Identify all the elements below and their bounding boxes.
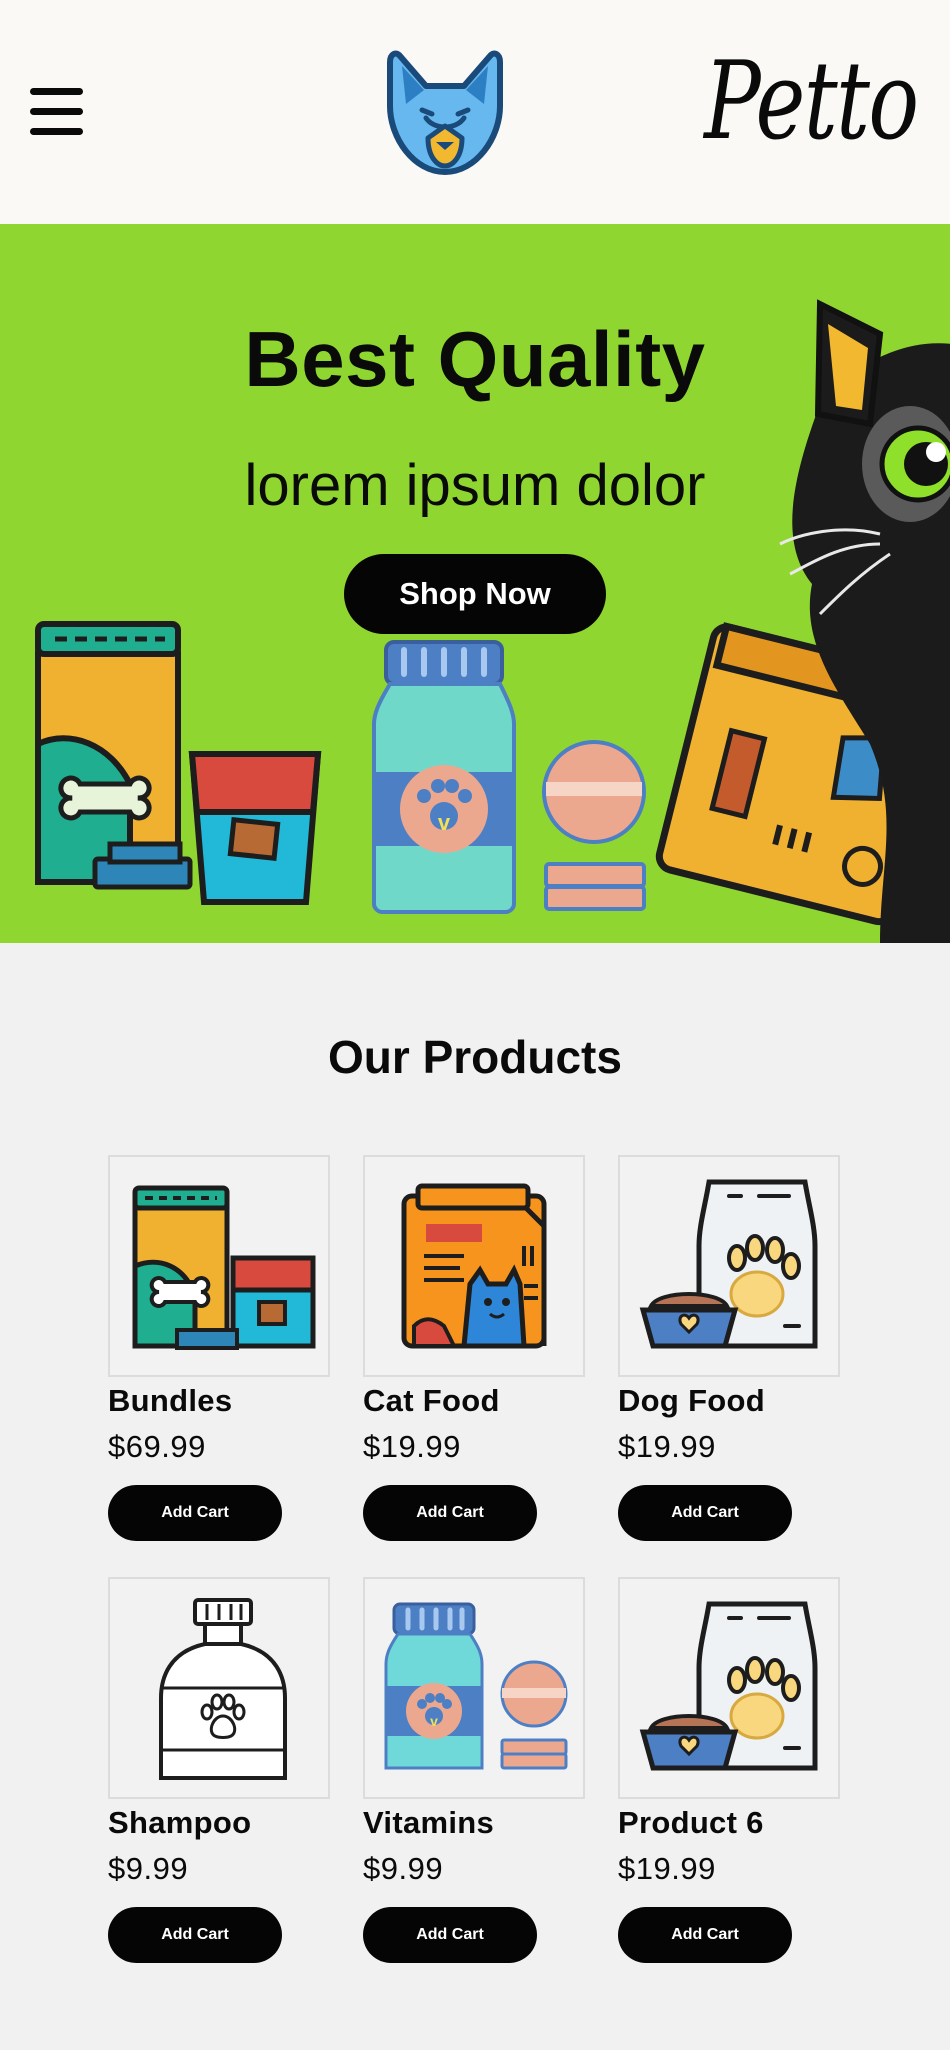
add-cart-button[interactable]: Add Cart [363,1907,537,1963]
add-cart-button[interactable]: Add Cart [363,1485,537,1541]
product-name[interactable]: Bundles [108,1383,330,1419]
product-price: $19.99 [618,1429,716,1464]
vitamins-bottle-icon: v [384,1602,568,1770]
food-cup-illustration [188,751,322,905]
hero-title: Best Quality [244,315,706,403]
product-card: Cat Food $19.99 Add Cart [363,1155,585,1541]
add-cart-button[interactable]: Add Cart [618,1907,792,1963]
product-name[interactable]: Cat Food [363,1383,585,1419]
bundle-bags-icon [132,1185,316,1350]
product-name[interactable]: Dog Food [618,1383,840,1419]
dog-food-bag-icon [639,1179,818,1349]
vitamin-bottle-illustration: v [372,640,516,914]
product-name[interactable]: Product 6 [618,1805,840,1841]
add-cart-button[interactable]: Add Cart [618,1485,792,1541]
svg-text:v: v [438,810,451,835]
product-price: $69.99 [108,1429,206,1464]
product-card: v Vitamins $9.99 Add Cart [363,1577,585,1963]
product-price: $9.99 [363,1851,444,1886]
product-price: $19.99 [618,1851,716,1886]
add-cart-button[interactable]: Add Cart [108,1907,282,1963]
product-price: $19.99 [363,1429,461,1464]
product-card: Shampoo $9.99 Add Cart [108,1577,330,1963]
product-image[interactable] [108,1577,330,1799]
svg-text:v: v [430,1713,438,1729]
product-name[interactable]: Vitamins [363,1805,585,1841]
pill-illustration [542,740,646,911]
shampoo-bottle-icon [159,1598,287,1780]
site-header: Petto [0,0,950,224]
product-card: Dog Food $19.99 Add Cart [618,1155,840,1541]
product-image[interactable] [108,1155,330,1377]
product-price: $9.99 [108,1851,189,1886]
hero-banner: v Best Quality lorem ipsum dolor Shop No… [0,224,950,943]
dog-head-logo-icon[interactable] [386,46,504,178]
product-image[interactable] [363,1155,585,1377]
product-card: Product 6 $19.99 Add Cart [618,1577,840,1963]
food-bag-illustration [35,621,193,890]
hero-subtitle: lorem ipsum dolor [244,453,706,518]
add-cart-button[interactable]: Add Cart [108,1485,282,1541]
products-section-title: Our Products [328,1031,622,1083]
shop-now-button[interactable]: Shop Now [344,554,606,634]
dog-food-bag-icon [639,1601,818,1771]
hamburger-menu-icon[interactable] [30,88,83,135]
product-image[interactable] [618,1577,840,1799]
cat-food-bag-icon [401,1183,547,1349]
product-image[interactable] [618,1155,840,1377]
product-image[interactable]: v [363,1577,585,1799]
product-name[interactable]: Shampoo [108,1805,330,1841]
brand-name[interactable]: Petto [705,48,920,156]
product-card: Bundles $69.99 Add Cart [108,1155,330,1541]
